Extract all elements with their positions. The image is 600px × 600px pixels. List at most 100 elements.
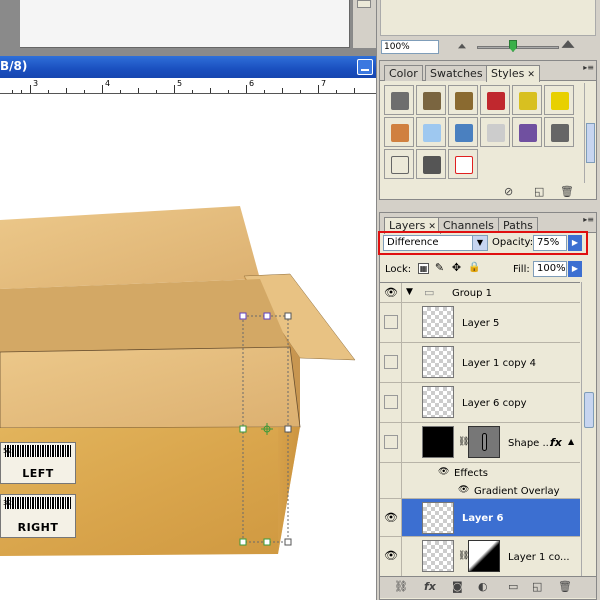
style-swatch[interactable] bbox=[512, 117, 542, 147]
style-swatch[interactable] bbox=[416, 149, 446, 179]
layers-scrollbar[interactable] bbox=[581, 282, 596, 576]
style-preview bbox=[455, 124, 473, 142]
layer-row-layer-5[interactable]: Layer 5 bbox=[380, 303, 580, 343]
layer-thumbnail bbox=[422, 386, 454, 418]
adjustment-layer-icon[interactable]: ◐ bbox=[478, 580, 488, 593]
style-swatch[interactable] bbox=[384, 85, 414, 115]
tab-swatches[interactable]: Swatches bbox=[425, 65, 488, 81]
lock-pixels-icon[interactable]: ✎ bbox=[434, 262, 445, 274]
layer-thumbnail bbox=[422, 502, 454, 534]
ruler-label: 3 bbox=[33, 79, 39, 88]
new-style-icon[interactable]: ◱ bbox=[534, 185, 544, 198]
add-mask-icon[interactable]: ◙ bbox=[452, 580, 463, 593]
close-icon[interactable]: ✕ bbox=[527, 70, 535, 80]
style-swatch[interactable] bbox=[448, 149, 478, 179]
layers-list[interactable]: 👁 ▼ ▭ Group 1 Layer 5 Layer 1 copy 4 Lay… bbox=[380, 282, 580, 576]
barcode-icon bbox=[5, 497, 71, 509]
style-preview bbox=[455, 92, 473, 110]
tab-color[interactable]: Color bbox=[384, 65, 423, 81]
style-swatch[interactable] bbox=[544, 117, 574, 147]
box-label-right: 32 RIGHT bbox=[0, 494, 76, 538]
fill-slider-button[interactable]: ▶ bbox=[568, 261, 582, 277]
fill-thumbnail bbox=[422, 426, 454, 458]
tab-styles[interactable]: Styles ✕ bbox=[486, 65, 540, 82]
style-swatch[interactable] bbox=[544, 85, 574, 115]
layer-name: Layer 5 bbox=[462, 318, 500, 329]
layer-row-layer-1-copy-4[interactable]: Layer 1 copy 4 bbox=[380, 343, 580, 383]
zoom-out-icon[interactable] bbox=[458, 43, 466, 49]
style-preview bbox=[551, 124, 569, 142]
eye-icon[interactable]: 👁 bbox=[458, 485, 469, 495]
style-swatch[interactable] bbox=[448, 85, 478, 115]
eye-icon[interactable]: 👁 bbox=[384, 511, 398, 524]
lock-transparency-icon[interactable]: ▦ bbox=[418, 263, 429, 274]
visibility-toggle[interactable] bbox=[384, 355, 398, 369]
document-canvas[interactable]: 52 LEFT 32 RIGHT bbox=[0, 94, 376, 600]
fill-field[interactable]: 100% bbox=[533, 261, 567, 277]
lock-position-icon[interactable]: ✥ bbox=[451, 262, 462, 274]
style-swatch[interactable] bbox=[384, 149, 414, 179]
panel-menu-icon[interactable]: ▸≡ bbox=[583, 215, 594, 224]
clear-style-icon[interactable]: ⊘ bbox=[504, 185, 513, 198]
trash-icon[interactable]: 🗑 bbox=[558, 580, 572, 593]
style-swatch[interactable] bbox=[416, 117, 446, 147]
effects-label: Effects bbox=[454, 468, 488, 479]
layer-thumbnail bbox=[422, 346, 454, 378]
styles-scrollbar[interactable] bbox=[584, 83, 596, 183]
label-left-text: LEFT bbox=[22, 467, 54, 480]
eye-icon[interactable]: 👁 bbox=[384, 549, 398, 562]
zoom-in-icon[interactable] bbox=[561, 40, 575, 48]
visibility-toggle[interactable] bbox=[384, 395, 398, 409]
chevron-up-icon[interactable]: ▲ bbox=[568, 437, 574, 446]
scrollbar-thumb[interactable] bbox=[584, 392, 594, 428]
horizontal-ruler[interactable]: 3 4 5 6 7 bbox=[0, 78, 376, 94]
navigator-preview[interactable] bbox=[380, 0, 596, 36]
minimize-button[interactable] bbox=[357, 59, 373, 75]
layer-row-layer-6[interactable]: 👁 Layer 6 bbox=[380, 499, 580, 537]
layer-thumbnail bbox=[422, 306, 454, 338]
scrollbar-thumb[interactable] bbox=[357, 0, 371, 8]
layer-row-layer-1-copy[interactable]: 👁 ⛓ Layer 1 co... bbox=[380, 537, 580, 576]
other-document-window[interactable] bbox=[20, 0, 350, 48]
eye-icon[interactable]: 👁 bbox=[438, 467, 449, 477]
style-swatch[interactable] bbox=[384, 117, 414, 147]
layers-footer: ⛓ fx ◙ ◐ ▭ ◱ 🗑 bbox=[380, 576, 596, 598]
document-titlebar[interactable]: B/8) bbox=[0, 56, 376, 78]
other-document-scrollbar[interactable] bbox=[352, 0, 376, 48]
eye-icon[interactable]: 👁 bbox=[384, 286, 398, 299]
visibility-toggle[interactable] bbox=[384, 315, 398, 329]
fill-label: Fill: bbox=[513, 264, 530, 275]
style-preview bbox=[551, 92, 569, 110]
style-swatch[interactable] bbox=[480, 85, 510, 115]
style-preview bbox=[391, 156, 409, 174]
link-layers-icon[interactable]: ⛓ bbox=[394, 580, 408, 593]
fx-icon[interactable]: fx bbox=[550, 436, 562, 449]
style-swatch[interactable] bbox=[480, 117, 510, 147]
trash-icon[interactable]: 🗑 bbox=[560, 185, 574, 198]
layer-name: Layer 1 co... bbox=[508, 552, 570, 563]
gradient-overlay-row[interactable]: 👁 Gradient Overlay bbox=[380, 483, 580, 499]
effects-row[interactable]: 👁 Effects bbox=[380, 463, 580, 483]
zoom-field[interactable]: 100% bbox=[381, 40, 439, 54]
style-preview bbox=[487, 124, 505, 142]
style-swatch[interactable] bbox=[416, 85, 446, 115]
style-swatch[interactable] bbox=[448, 117, 478, 147]
lock-all-icon[interactable]: 🔒 bbox=[468, 263, 480, 274]
style-swatch[interactable] bbox=[512, 85, 542, 115]
panel-menu-icon[interactable]: ▸≡ bbox=[583, 63, 594, 72]
zoom-slider[interactable] bbox=[477, 46, 559, 49]
layer-name: Group 1 bbox=[452, 288, 492, 299]
new-layer-icon[interactable]: ◱ bbox=[532, 580, 542, 593]
add-layer-style-icon[interactable]: fx bbox=[424, 580, 436, 593]
layer-row-layer-6-copy[interactable]: Layer 6 copy bbox=[380, 383, 580, 423]
ruler-label: 4 bbox=[105, 79, 111, 88]
layer-thumbnail bbox=[422, 540, 454, 572]
style-preview bbox=[519, 92, 537, 110]
ruler-label: 6 bbox=[249, 79, 255, 88]
visibility-toggle[interactable] bbox=[384, 435, 398, 449]
collapse-triangle-icon[interactable]: ▼ bbox=[406, 287, 413, 297]
styles-panel-tabs: Color Swatches Styles ✕ ▸≡ bbox=[380, 61, 596, 82]
new-group-icon[interactable]: ▭ bbox=[508, 580, 518, 593]
layer-row-group-1[interactable]: 👁 ▼ ▭ Group 1 bbox=[380, 283, 580, 303]
layer-row-shape[interactable]: ⛓ Shape ... fx ▲ bbox=[380, 423, 580, 463]
